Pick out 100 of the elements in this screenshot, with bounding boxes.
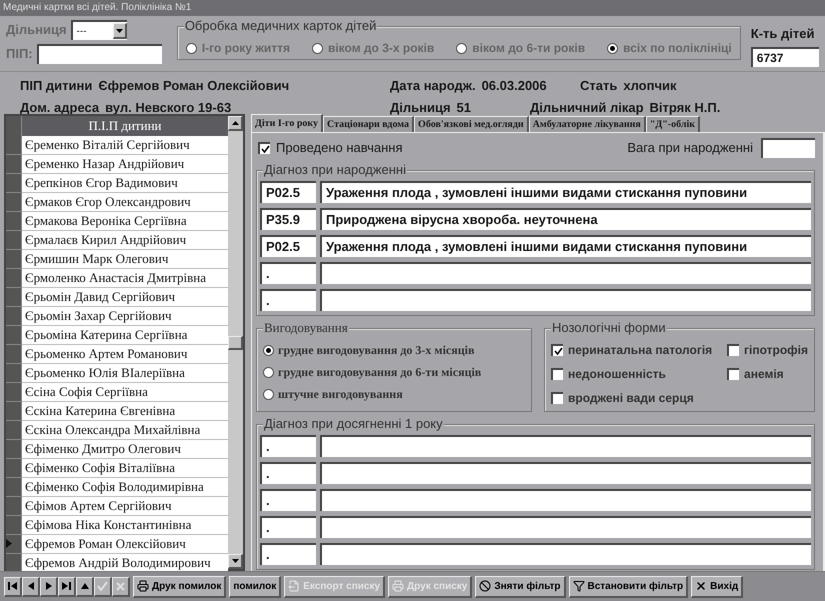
tab[interactable]: Обов'язкові мед.огляди	[414, 116, 529, 132]
previous-icon	[28, 582, 34, 590]
row-indicator[interactable]	[6, 534, 22, 554]
radio-button[interactable]	[456, 42, 468, 54]
toolbar-button[interactable]: Друк помилок	[133, 576, 226, 598]
tab[interactable]: Амбулаторне лікування	[528, 116, 646, 132]
diagnosis-field[interactable]	[320, 516, 811, 538]
info-label: Дата народж.	[390, 77, 476, 95]
toolbar-button[interactable]: Вихід	[691, 576, 744, 598]
list-row[interactable]: Єсіна Софія Сергіївна	[22, 382, 228, 402]
checkbox-label: Проведено навчання	[276, 139, 402, 158]
checkbox[interactable]	[727, 368, 740, 380]
diagnosis-field[interactable]: Ураження плода , зумовлені іншими видами стискання пуповини	[320, 181, 811, 203]
scroll-thumb[interactable]	[228, 336, 243, 350]
info-value: 06.03.2006	[482, 77, 547, 95]
radio-button[interactable]	[186, 42, 197, 54]
list-row[interactable]: Єфімов Артем Сергійович	[22, 496, 228, 516]
pib-label: ПІП:	[6, 45, 33, 64]
code-field[interactable]: P02.5	[260, 235, 316, 257]
district-dropdown[interactable]: ---	[70, 20, 127, 40]
pib-field[interactable]	[36, 44, 162, 64]
diagnosis-field[interactable]	[320, 462, 811, 484]
close-icon	[695, 580, 708, 592]
toolbar-button[interactable]: Встановити фільтр	[568, 576, 688, 598]
navigation-button[interactable]	[4, 576, 22, 596]
diagnosis-field[interactable]	[320, 489, 811, 511]
weight-label: Вага при народженні	[627, 139, 753, 158]
navigation-button[interactable]	[22, 576, 40, 596]
tab[interactable]: "Д"-облік	[646, 116, 700, 132]
district-label: Дільниця	[6, 21, 67, 40]
up-triangle-icon	[232, 121, 238, 125]
list-row[interactable]: Єскіна Катерина Євгенівна	[22, 402, 228, 420]
radio-label: штучне вигодовування	[278, 386, 403, 403]
code-field[interactable]: .	[260, 289, 316, 311]
info-label: Дільниця	[390, 98, 451, 117]
tab[interactable]: Стаціонари вдома	[323, 116, 414, 132]
list-row[interactable]: Єфімова Ніка Константинівна	[22, 516, 228, 534]
toolbar-button[interactable]: помилок	[229, 576, 282, 598]
tab[interactable]: Діти I-го року	[251, 114, 324, 132]
list-row[interactable]: Єрьомін Давид Сергійович	[22, 288, 228, 306]
code-field[interactable]: .	[260, 462, 316, 484]
list-row[interactable]: Єрьоміна Катерина Сергіївна	[22, 326, 228, 344]
navigation-button[interactable]	[58, 576, 76, 596]
list-row[interactable]: Єрмакова Вероніка Сергіївна	[22, 212, 228, 230]
radio-button[interactable]	[263, 344, 274, 356]
code-field[interactable]: P35.9	[260, 208, 316, 230]
scroll-down-button[interactable]	[228, 554, 243, 569]
radio-button[interactable]	[312, 42, 323, 54]
list-row[interactable]: Єфремов Роман Олексійович	[22, 534, 228, 554]
list-row[interactable]: Єфіменко Софія Володимирівна	[22, 478, 228, 496]
count-field[interactable]: 6737	[750, 46, 819, 66]
checkbox-label: гіпотрофія	[744, 342, 808, 359]
checkbox[interactable]	[551, 392, 563, 404]
export-icon	[288, 580, 300, 592]
list-row[interactable]: Єрмалаєв Кирил Андрійович	[22, 230, 228, 250]
info-value: вул. Невского 19-63	[105, 98, 232, 116]
list-row[interactable]: Єрепкінов Єгор Вадимович	[22, 174, 228, 192]
code-field[interactable]: .	[260, 262, 316, 284]
list-row[interactable]: Єскіна Олександра Михайлівна	[22, 420, 228, 440]
diagnosis-field[interactable]: Природжена вірусна хвороба. неуточнена	[320, 208, 811, 230]
checkbox[interactable]	[258, 142, 270, 154]
code-field[interactable]: .	[260, 516, 316, 538]
checkbox[interactable]	[551, 368, 563, 380]
radio-button[interactable]	[607, 42, 618, 54]
toolbar-button[interactable]: Зняти фільтр	[475, 576, 566, 598]
list-row[interactable]: Єременко Віталій Сергійович	[22, 136, 228, 154]
code-field[interactable]: .	[260, 489, 316, 511]
code-field[interactable]: .	[260, 435, 316, 457]
weight-field[interactable]	[761, 138, 815, 158]
diagnosis-field[interactable]	[320, 435, 811, 457]
list-row[interactable]: Єфіменко Дмитро Олегович	[22, 440, 228, 458]
radio-button[interactable]	[263, 366, 274, 378]
list-row[interactable]: Єрьоменко Юлія ВІалеріївна	[22, 364, 228, 382]
navigation-button[interactable]	[76, 576, 94, 596]
list-row[interactable]: Єременко Назар Андрійович	[22, 154, 228, 174]
diagnosis-field[interactable]	[320, 289, 811, 311]
checkbox[interactable]	[727, 344, 740, 356]
list-row[interactable]: Єфіменко Софія Віталіївна	[22, 458, 228, 478]
column-header[interactable]: П.І.П дитини	[22, 116, 228, 136]
diagnosis-field[interactable]: Ураження плода , зумовлені іншими видами стискання пуповини	[320, 235, 811, 257]
group-title: Діагноз при досягненні 1 року	[263, 416, 444, 432]
title-bar: Медичні картки всі дітей. Поліклініка №1	[0, 0, 825, 16]
list-row[interactable]: Єрьомін Захар Сергійович	[22, 306, 228, 326]
navigation-button[interactable]	[40, 576, 58, 596]
radio-button[interactable]	[263, 388, 274, 400]
diagnosis-field[interactable]	[320, 543, 811, 565]
list-row[interactable]: Єрмоленко Анастасія Дмитрівна	[22, 268, 228, 288]
scroll-up-button[interactable]	[228, 116, 243, 131]
code-field[interactable]: P02.5	[260, 181, 316, 203]
list-row[interactable]: Єрмишин Марк Олегович	[22, 250, 228, 268]
radio-label: I-го року життя	[202, 40, 290, 57]
code-field[interactable]: .	[260, 543, 316, 565]
diagnosis-field[interactable]	[320, 262, 811, 284]
radio-label: віком до 6-ти років	[472, 40, 586, 57]
info-value: Вітряк Н.П.	[650, 98, 720, 117]
scrollbar[interactable]	[228, 116, 243, 569]
checkbox[interactable]	[551, 344, 563, 356]
list-row[interactable]: Єрмаков Єгор Олександрович	[22, 192, 228, 212]
radio-label: всіх по поліклініці	[623, 40, 732, 57]
list-row[interactable]: Єрьоменко Артем Романович	[22, 344, 228, 364]
